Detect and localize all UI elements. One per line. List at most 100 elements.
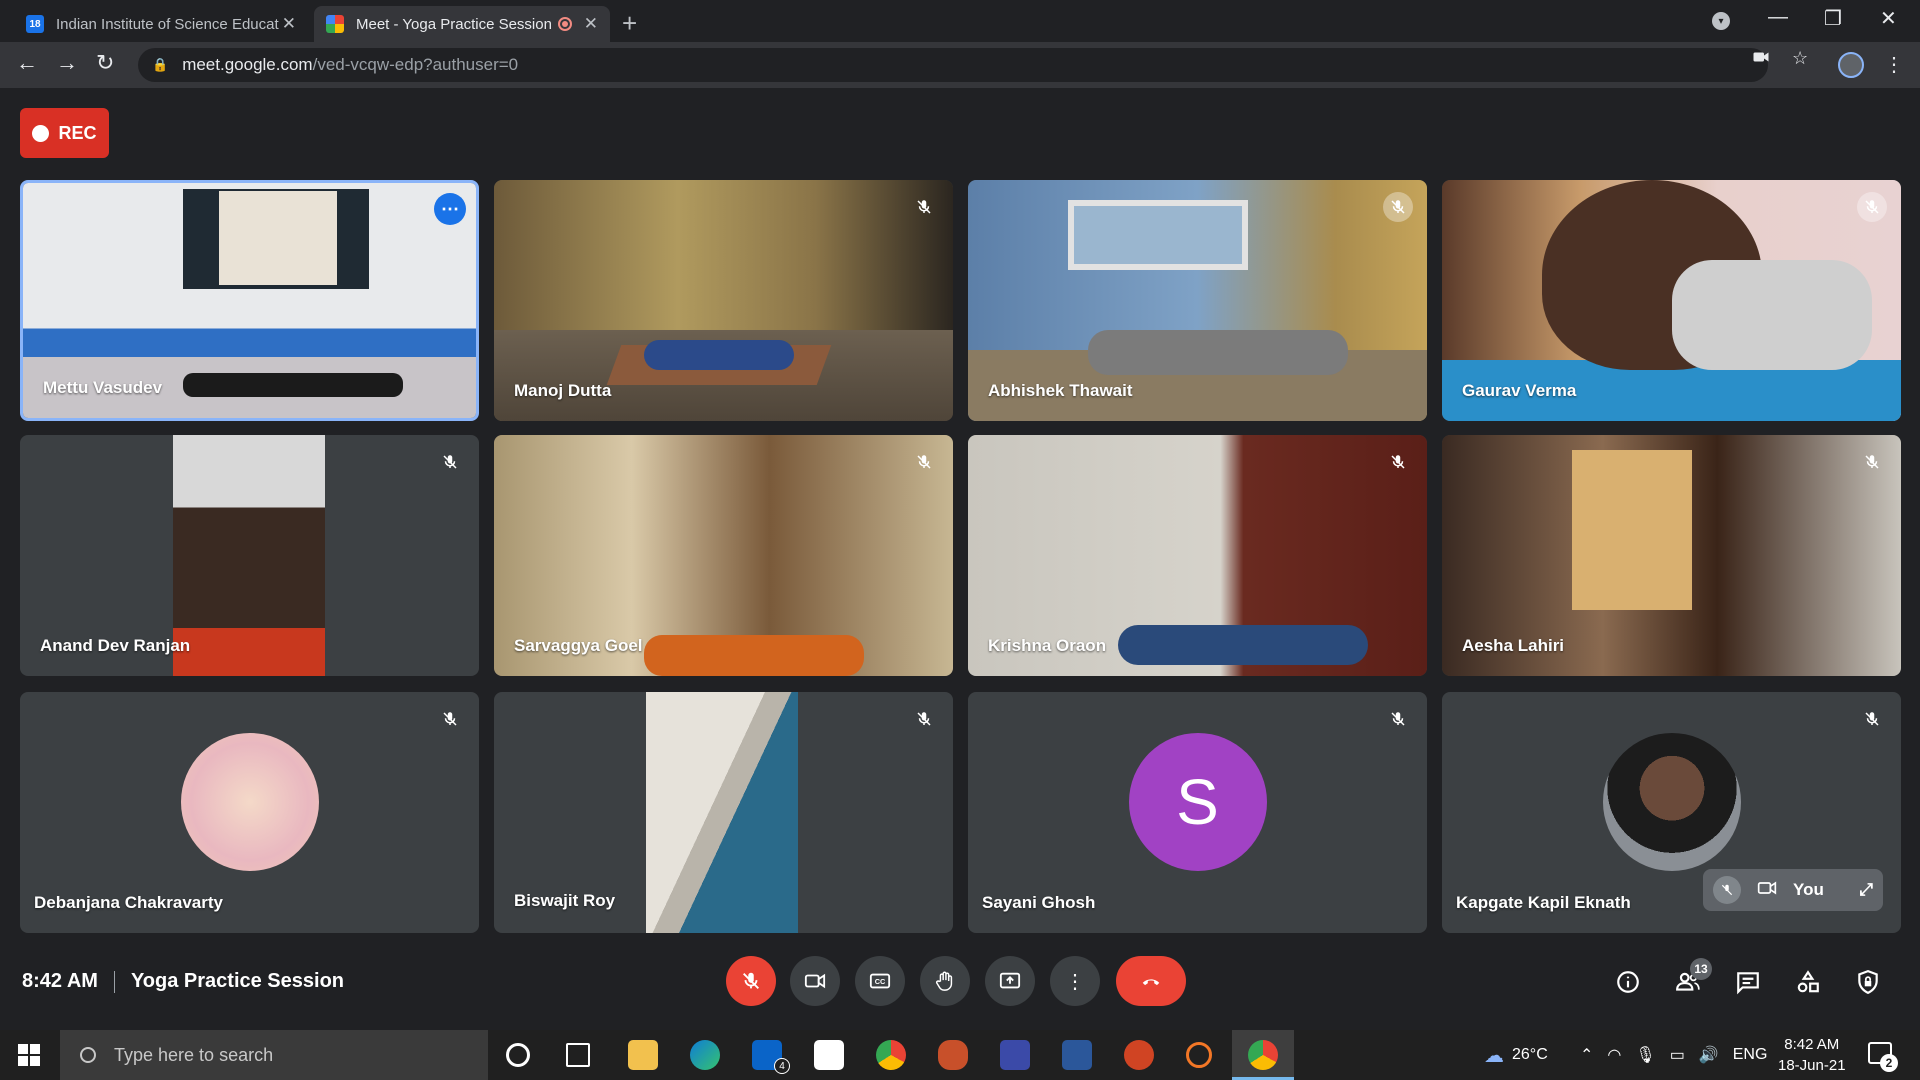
close-tab-icon[interactable]: ✕ — [584, 14, 598, 34]
window-close-icon[interactable]: ✕ — [1880, 6, 1897, 31]
activities-button[interactable] — [1792, 966, 1824, 998]
mic-toggle-button[interactable] — [726, 956, 776, 1006]
task-view-icon[interactable] — [566, 1043, 590, 1067]
forward-icon[interactable]: → — [56, 50, 78, 76]
dev-cpp-icon[interactable] — [1000, 1040, 1030, 1070]
person-silhouette — [183, 373, 403, 397]
paint-3d-icon[interactable] — [814, 1040, 844, 1070]
windows-taskbar: Type here to search 4 ☁ 26°C ⌃ ◠ 🎙 ▭ 🔊 E… — [0, 1030, 1920, 1080]
participant-tile[interactable]: Sarvaggya Goel — [494, 435, 953, 676]
more-options-button[interactable]: ⋮ — [1050, 956, 1100, 1006]
participant-tile[interactable]: You ⤢ Kapgate Kapil Eknath — [1442, 692, 1901, 933]
bookmark-star-icon[interactable]: ☆ — [1792, 48, 1808, 69]
url-host: meet.google.com — [182, 55, 313, 74]
participant-avatar — [180, 732, 319, 871]
language-indicator[interactable]: ENG — [1733, 1046, 1768, 1064]
mic-off-icon — [909, 704, 939, 734]
browser-toolbar: ← → ↻ 🔒 meet.google.com/ved-vcqw-edp?aut… — [0, 42, 1920, 88]
profile-avatar[interactable] — [1838, 52, 1864, 78]
taskbar-clock[interactable]: 8:42 AM 18-Jun-21 — [1778, 1034, 1846, 1076]
tab-iiser[interactable]: 18 Indian Institute of Science Educat ✕ — [14, 6, 308, 42]
url-path: /ved-vcqw-edp?authuser=0 — [312, 55, 519, 74]
mic-off-icon — [1383, 447, 1413, 477]
mic-off-icon — [1383, 192, 1413, 222]
mic-off-icon — [1857, 192, 1887, 222]
participant-name: Kapgate Kapil Eknath — [1456, 893, 1631, 912]
weather-temp: 26°C — [1512, 1046, 1548, 1063]
camera-in-use-icon[interactable] — [1752, 48, 1770, 71]
person-silhouette — [644, 635, 864, 676]
activities-icon — [1797, 970, 1819, 993]
wifi-icon[interactable]: ◠ — [1607, 1045, 1621, 1065]
participant-tile[interactable]: Gaurav Verma — [1442, 180, 1901, 421]
self-mic-off-icon[interactable] — [1713, 876, 1741, 904]
participant-name: Biswajit Roy — [514, 891, 616, 910]
restore-icon[interactable]: ❐ — [1824, 6, 1842, 31]
more-vert-icon: ⋮ — [1065, 970, 1085, 993]
participant-tile[interactable]: S Sayani Ghosh — [968, 692, 1427, 933]
mic-off-icon — [743, 972, 759, 989]
more-options-icon[interactable]: ⋯ — [434, 193, 466, 225]
participant-tile[interactable]: Manoj Dutta — [494, 180, 953, 421]
chat-button[interactable] — [1732, 966, 1764, 998]
leave-call-button[interactable] — [1116, 956, 1186, 1006]
chevron-up-icon[interactable]: ⌃ — [1580, 1045, 1593, 1065]
participant-tile[interactable]: Krishna Oraon — [968, 435, 1427, 676]
expand-icon[interactable]: ⤢ — [1859, 880, 1873, 900]
tab-meet[interactable]: Meet - Yoga Practice Session ✕ — [314, 6, 610, 42]
divider — [113, 970, 115, 993]
participant-tile[interactable]: Debanjana Chakravarty — [20, 692, 479, 933]
participant-tile[interactable]: Abhishek Thawait — [968, 180, 1427, 421]
participant-tile[interactable]: Biswajit Roy — [494, 692, 953, 933]
rec-label: REC — [58, 122, 97, 143]
meeting-time: 8:42 AM — [22, 970, 98, 992]
cortana-icon[interactable] — [506, 1043, 530, 1067]
host-controls-button[interactable] — [1852, 966, 1884, 998]
browser-menu-icon[interactable]: ⋮ — [1884, 52, 1904, 77]
word-icon[interactable] — [1062, 1040, 1092, 1070]
mic-tray-icon[interactable]: 🎙 — [1635, 1045, 1655, 1065]
participant-tile[interactable]: Anand Dev Ranjan — [20, 435, 479, 676]
captions-button[interactable]: CC — [855, 956, 905, 1006]
taskbar-search-box[interactable]: Type here to search — [60, 1030, 488, 1080]
edge-icon[interactable] — [690, 1040, 720, 1070]
record-dot-icon — [32, 124, 50, 142]
chrome-icon[interactable] — [1248, 1040, 1278, 1070]
lock-icon: 🔒 — [152, 57, 169, 72]
clock-time: 8:42 AM — [1784, 1036, 1840, 1053]
battery-icon[interactable]: ▭ — [1670, 1045, 1685, 1065]
minimize-icon[interactable]: — — [1768, 6, 1788, 29]
mic-off-icon — [435, 447, 465, 477]
meet-favicon-icon — [326, 15, 344, 33]
participant-count-badge: 13 — [1690, 958, 1712, 980]
present-screen-button[interactable] — [985, 956, 1035, 1006]
windows-start-icon[interactable] — [18, 1044, 40, 1066]
paint-icon[interactable] — [938, 1040, 968, 1070]
back-icon[interactable]: ← — [16, 50, 38, 76]
meeting-control-bar: 8:42 AM Yoga Practice Session CC ⋮ 13 — [0, 950, 1920, 1030]
participant-tile[interactable]: Aesha Lahiri — [1442, 435, 1901, 676]
new-tab-icon[interactable]: + — [622, 8, 637, 39]
mic-off-icon — [1383, 704, 1413, 734]
recording-indicator-icon — [557, 17, 572, 31]
raise-hand-button[interactable] — [920, 956, 970, 1006]
search-icon — [80, 1047, 96, 1063]
meeting-title: Yoga Practice Session — [130, 970, 345, 992]
self-camera-icon[interactable] — [1755, 878, 1779, 903]
weather-widget[interactable]: ☁ 26°C — [1484, 1030, 1548, 1080]
file-explorer-icon[interactable] — [628, 1040, 658, 1070]
posters — [1572, 450, 1692, 610]
jupyter-icon[interactable] — [1186, 1042, 1212, 1068]
reload-icon[interactable]: ↻ — [96, 50, 114, 76]
tab-search-icon[interactable]: ▾ — [1712, 12, 1730, 30]
close-tab-icon[interactable]: ✕ — [282, 14, 296, 34]
participant-name: Krishna Oraon — [988, 636, 1107, 655]
mic-off-icon — [909, 192, 939, 222]
participant-tile[interactable]: ⋯ Mettu Vasudev — [20, 180, 479, 421]
meeting-details-button[interactable] — [1612, 966, 1644, 998]
chrome-icon[interactable] — [876, 1040, 906, 1070]
powerpoint-icon[interactable] — [1124, 1040, 1154, 1070]
camera-toggle-button[interactable] — [790, 956, 840, 1006]
volume-icon[interactable]: 🔊 — [1699, 1045, 1719, 1065]
address-bar[interactable]: 🔒 meet.google.com/ved-vcqw-edp?authuser=… — [138, 48, 1768, 82]
